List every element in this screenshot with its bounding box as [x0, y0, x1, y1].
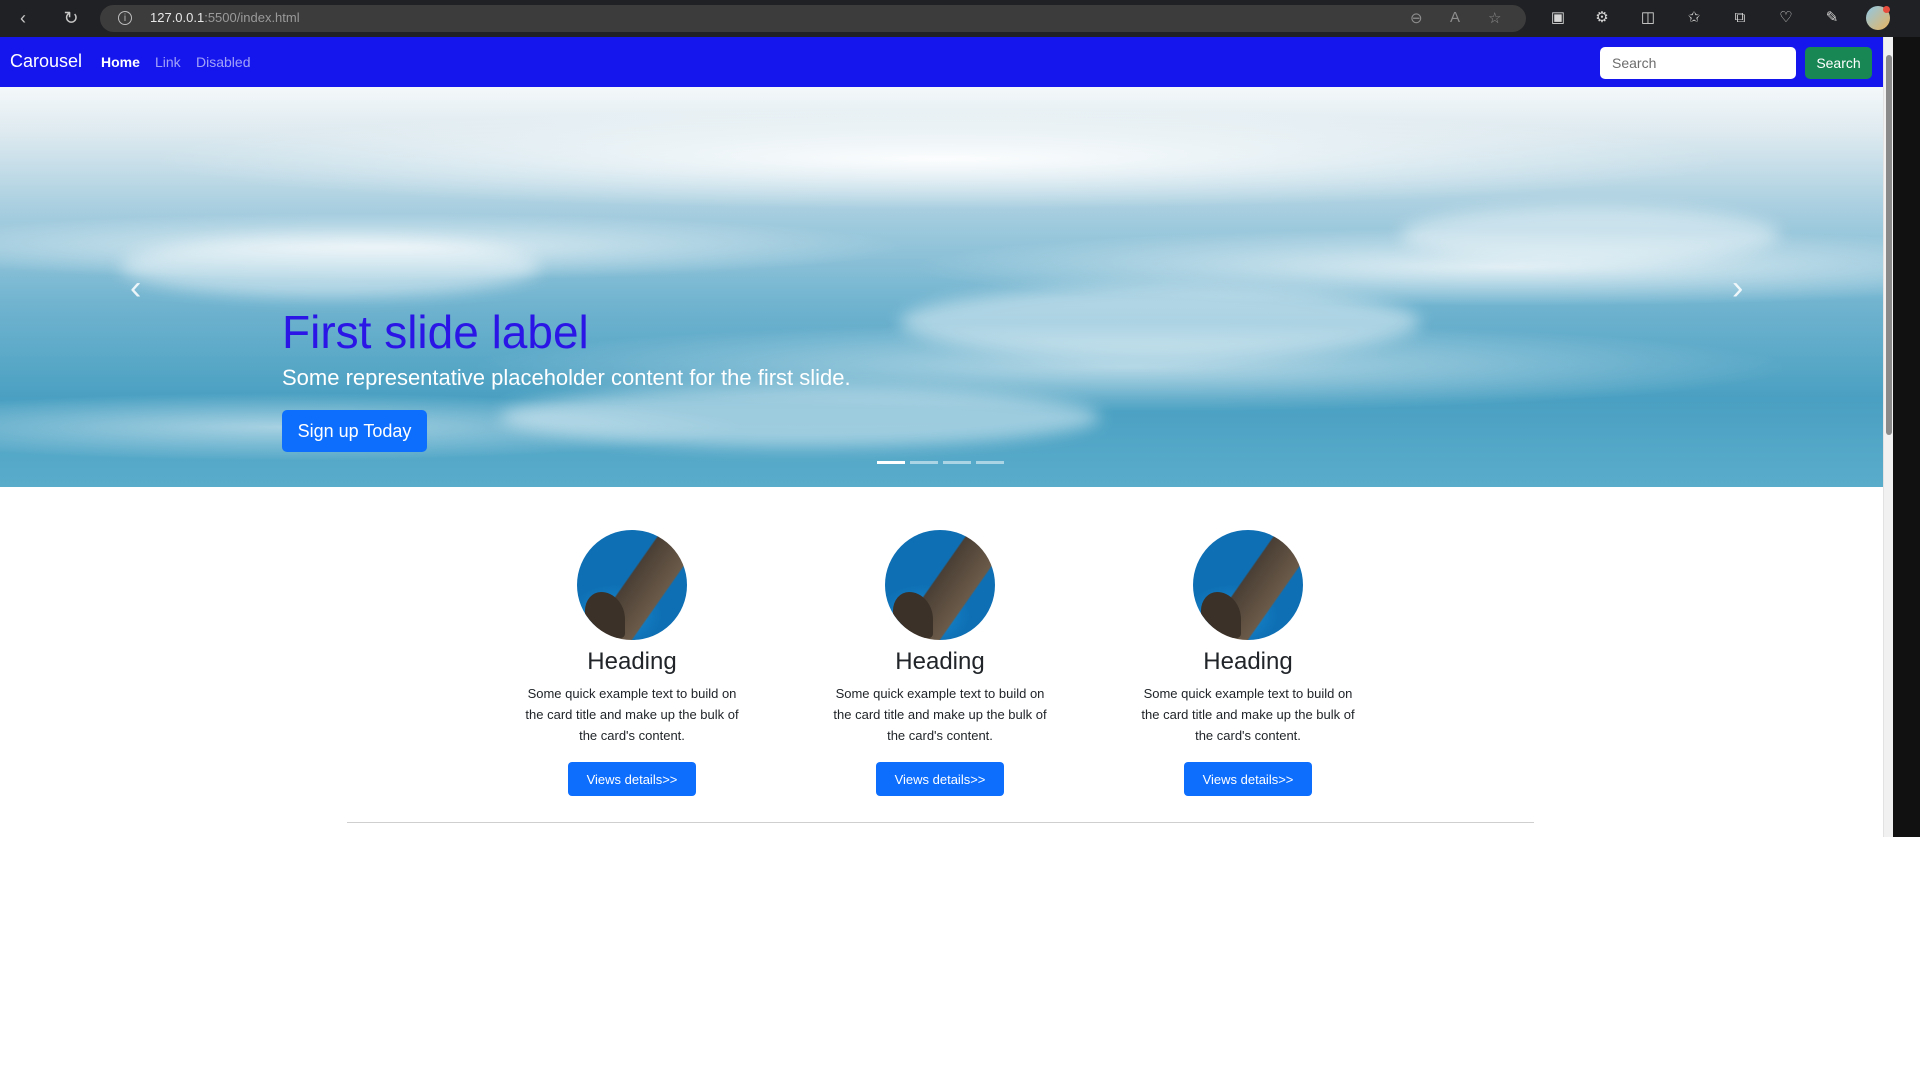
hero-carousel: ‹ › First slide label Some representativ…	[0, 87, 1883, 487]
search-button[interactable]: Search	[1805, 47, 1872, 79]
cloud-shape	[120, 237, 540, 297]
navbar-brand[interactable]: Carousel	[10, 51, 82, 72]
column-image	[1193, 530, 1303, 640]
zoom-icon[interactable]: ⊖	[1410, 9, 1423, 27]
slide-text: Some representative placeholder content …	[282, 365, 851, 390]
column-heading: Heading	[895, 648, 985, 675]
feedback-icon[interactable]: ✎	[1822, 8, 1842, 28]
favorites-icon[interactable]: ✩	[1684, 8, 1704, 28]
reload-icon[interactable]: ↻	[60, 7, 82, 29]
column-heading: Heading	[587, 648, 677, 675]
browser-toolbar: ‹ ↻ i 127.0.0.1:5500/index.html ⊖ A ☆ ▣ …	[0, 0, 1920, 37]
column-text: Some quick example text to build on the …	[525, 686, 739, 743]
split-screen-icon[interactable]: ◫	[1638, 8, 1658, 28]
nav-link-link[interactable]: Link	[155, 54, 181, 70]
cloud-shape	[1400, 207, 1780, 262]
column-text: Some quick example text to build on the …	[833, 686, 1047, 743]
view-details-button[interactable]: Views details>>	[568, 762, 696, 796]
favorite-star-icon[interactable]: ☆	[1488, 9, 1501, 27]
back-icon[interactable]: ‹	[12, 7, 34, 29]
scrollbar-thumb[interactable]	[1886, 55, 1892, 435]
site-info-icon[interactable]: i	[118, 11, 132, 25]
read-aloud-icon[interactable]: A	[1450, 9, 1460, 26]
puzzle-icon[interactable]: ⚙	[1592, 8, 1612, 28]
view-details-button[interactable]: Views details>>	[876, 762, 1004, 796]
chevron-left-icon[interactable]: ‹	[130, 269, 141, 308]
slide-title: First slide label	[282, 306, 589, 358]
featurette-divider	[347, 822, 1534, 823]
signup-button[interactable]: Sign up Today	[282, 410, 427, 452]
window-edge	[1893, 37, 1920, 837]
url-text[interactable]: 127.0.0.1:5500/index.html	[150, 10, 300, 25]
column-image	[885, 530, 995, 640]
chevron-right-icon[interactable]: ›	[1732, 269, 1743, 308]
column-heading: Heading	[1203, 648, 1293, 675]
cloud-shape	[900, 287, 1420, 357]
carousel-indicator[interactable]	[877, 461, 905, 464]
column-text: Some quick example text to build on the …	[1141, 686, 1355, 743]
browser-essentials-icon[interactable]: ♡	[1776, 8, 1796, 28]
slide-caption: First slide label Some representative pl…	[282, 302, 851, 394]
column-image	[577, 530, 687, 640]
carousel-indicator[interactable]	[943, 461, 971, 464]
address-bar[interactable]: i 127.0.0.1:5500/index.html ⊖ A ☆	[100, 5, 1526, 32]
nav-link-home[interactable]: Home	[101, 54, 140, 70]
notification-dot	[1883, 6, 1890, 13]
collections-icon[interactable]: ⧉	[1730, 8, 1750, 28]
search-input[interactable]	[1600, 47, 1796, 79]
navbar: Carousel Home Link Disabled Search	[0, 37, 1883, 87]
extension-icon[interactable]: ▣	[1548, 8, 1568, 28]
cloud-shape	[500, 387, 1100, 447]
view-details-button[interactable]: Views details>>	[1184, 762, 1312, 796]
carousel-indicator[interactable]	[910, 461, 938, 464]
nav-link-disabled: Disabled	[196, 54, 251, 70]
carousel-indicator[interactable]	[976, 461, 1004, 464]
